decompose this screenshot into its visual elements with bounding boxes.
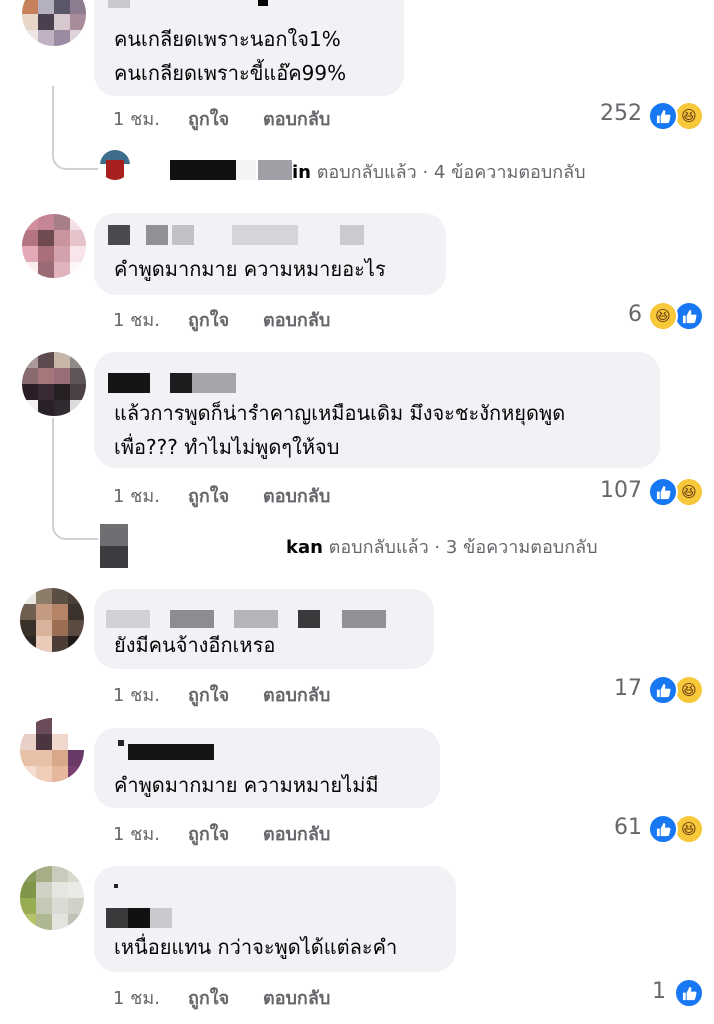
reply-link[interactable]: ตอบกลับ (263, 983, 330, 1012)
like-link[interactable]: ถูกใจ (188, 819, 229, 848)
comment-text: คนเกลียดเพราะนอกใจ1% (114, 27, 341, 51)
avatar[interactable] (100, 150, 130, 180)
commenter-name-redacted (234, 610, 278, 628)
comment-text: เหนื่อยแทน กว่าจะพูดได้แต่ละคำ (114, 935, 398, 959)
reply-link[interactable]: ตอบกลับ (263, 481, 330, 510)
thumbs-up-icon (674, 301, 704, 331)
reply-summary[interactable]: in ตอบกลับแล้ว · 4 ข้อความตอบกลับ (292, 157, 586, 186)
commenter-name-redacted (108, 373, 150, 393)
commenter-name-redacted (170, 610, 214, 628)
comment-actions: 1 ชม. ถูกใจ ตอบกลับ (113, 819, 373, 845)
commenter-name-redacted (128, 744, 214, 760)
avatar[interactable] (22, 0, 86, 46)
replier-name-redacted (236, 160, 256, 180)
avatar[interactable] (20, 718, 84, 782)
comment-time: 1 ชม. (113, 685, 160, 706)
like-link[interactable]: ถูกใจ (188, 305, 229, 334)
reply-link[interactable]: ตอบกลับ (263, 305, 330, 334)
reaction-count[interactable]: 252 (562, 101, 642, 126)
avatar[interactable] (20, 588, 84, 652)
comment-actions: 1 ชม. ถูกใจ ตอบกลับ (113, 481, 373, 507)
reaction-count[interactable]: 107 (562, 478, 642, 503)
comment-actions: 1 ชม. ถูกใจ ตอบกลับ (113, 983, 373, 1009)
reply-summary-text: ตอบกลับแล้ว · 4 ข้อความตอบกลับ (316, 162, 586, 183)
reply-thread-line (52, 418, 98, 540)
reply-summary-text: ตอบกลับแล้ว · 3 ข้อความตอบกลับ (328, 537, 598, 558)
reaction-count[interactable]: 1 (586, 979, 666, 1004)
commenter-name-redacted (128, 908, 150, 928)
comment-time: 1 ชม. (113, 988, 160, 1009)
reply-link[interactable]: ตอบกลับ (263, 104, 330, 133)
reaction-count[interactable]: 17 (562, 676, 642, 701)
reaction-count[interactable]: 6 (562, 302, 642, 327)
laughing-face-icon: 😆 (648, 301, 678, 331)
avatar[interactable] (100, 524, 128, 568)
laughing-face-icon: 😆 (674, 477, 704, 507)
comment-time: 1 ชม. (113, 486, 160, 507)
reply-link[interactable]: ตอบกลับ (263, 819, 330, 848)
commenter-name-redacted (342, 610, 386, 628)
comment-time: 1 ชม. (113, 310, 160, 331)
thumbs-up-icon (648, 477, 678, 507)
comment-actions: 1 ชม. ถูกใจ ตอบกลับ (113, 680, 373, 706)
comment-time: 1 ชม. (113, 824, 160, 845)
like-link[interactable]: ถูกใจ (188, 481, 229, 510)
commenter-name-redacted (170, 373, 192, 393)
reply-summary[interactable]: kan ตอบกลับแล้ว · 3 ข้อความตอบกลับ (286, 532, 598, 561)
avatar[interactable] (22, 214, 86, 278)
replier-name: kan (286, 537, 323, 558)
like-link[interactable]: ถูกใจ (188, 104, 229, 133)
commenter-name-redacted (150, 908, 172, 928)
commenter-name-redacted (106, 610, 150, 628)
commenter-name-redacted (108, 225, 130, 245)
commenter-name-redacted (172, 225, 194, 245)
commenter-name-redacted (192, 373, 236, 393)
comment-actions: 1 ชม. ถูกใจ ตอบกลับ (113, 305, 373, 331)
replier-name: in (292, 162, 311, 183)
comment-text: ยังมีคนจ้างอีกเหรอ (114, 633, 276, 657)
thumbs-up-icon (674, 978, 704, 1008)
commenter-name-redacted (114, 884, 118, 888)
commenter-name-redacted (340, 225, 364, 245)
commenter-name-redacted (118, 740, 124, 746)
commenter-name-redacted (258, 0, 268, 6)
reply-thread-line (52, 86, 98, 170)
laughing-face-icon: 😆 (674, 101, 704, 131)
like-link[interactable]: ถูกใจ (188, 680, 229, 709)
avatar[interactable] (20, 866, 84, 930)
reply-link[interactable]: ตอบกลับ (263, 680, 330, 709)
like-link[interactable]: ถูกใจ (188, 983, 229, 1012)
commenter-name-redacted (106, 908, 128, 928)
laughing-face-icon: 😆 (674, 814, 704, 844)
replier-name-redacted (258, 160, 292, 180)
commenter-name-redacted (232, 225, 298, 245)
commenter-name-redacted (108, 0, 130, 8)
avatar[interactable] (22, 352, 86, 416)
comment-text: เพื่อ??? ทำไมไม่พูดๆให้จบ (114, 435, 340, 459)
commenter-name-redacted (298, 610, 320, 628)
laughing-face-icon: 😆 (674, 675, 704, 705)
comment-text: คำพูดมากมาย ความหมายไม่มี (114, 773, 379, 797)
thumbs-up-icon (648, 814, 678, 844)
thumbs-up-icon (648, 675, 678, 705)
comment-text: คำพูดมากมาย ความหมายอะไร (114, 257, 386, 281)
replier-name-redacted (170, 160, 236, 180)
commenter-name-redacted (146, 225, 168, 245)
reaction-count[interactable]: 61 (562, 815, 642, 840)
comment-text: แล้วการพูดก็น่ารำคาญเหมือนเดิม มึงจะชะงั… (114, 401, 566, 425)
comment-time: 1 ชม. (113, 109, 160, 130)
comment-text: คนเกลียดเพราะขี้แอ๊ค99% (114, 61, 347, 85)
thumbs-up-icon (648, 101, 678, 131)
comment-actions: 1 ชม. ถูกใจ ตอบกลับ (113, 104, 373, 130)
